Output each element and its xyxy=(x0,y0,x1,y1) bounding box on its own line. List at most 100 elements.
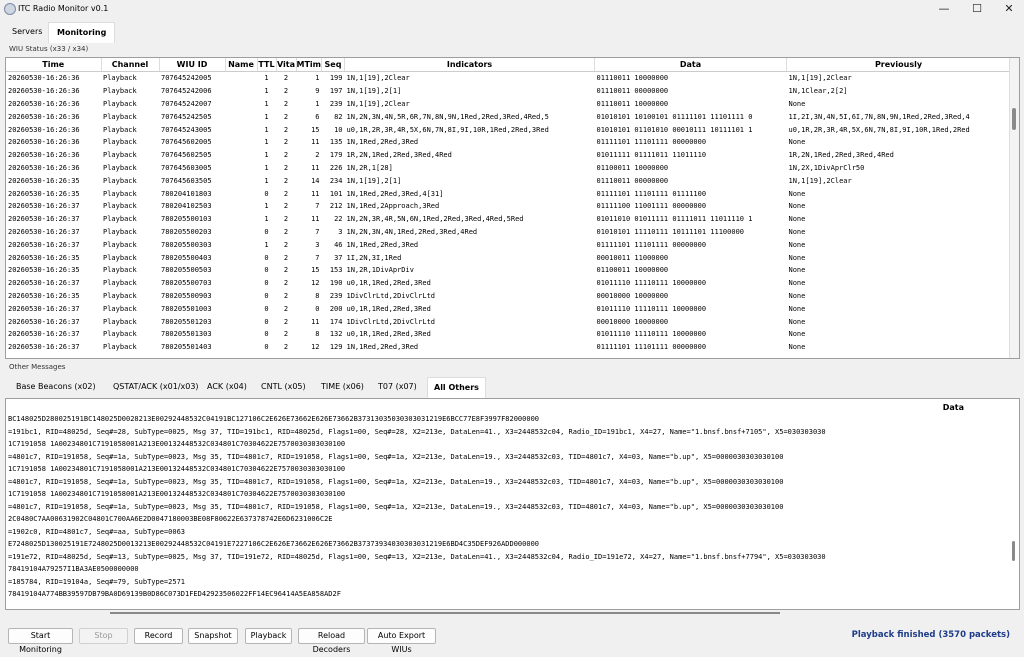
tab-servers[interactable]: Servers xyxy=(4,22,50,42)
message-line[interactable]: E7248025D130025191E7248025D0013213E00292… xyxy=(8,538,1008,551)
table-cell: 1 xyxy=(264,151,269,160)
message-line[interactable]: 1C7191058 1A00234801C7191058001A213E0013… xyxy=(8,438,1008,451)
table-row[interactable]: 20260530-16:26:37 Playback 780204102503 1 2 7… xyxy=(6,200,1011,213)
column-header-vita[interactable]: Vita xyxy=(276,58,297,72)
table-cell: 11 xyxy=(311,215,320,224)
wiu-status-grid[interactable]: Time Channel WIU ID Name TTL Vita MTim Seq Indic… xyxy=(5,57,1020,359)
table-cell xyxy=(225,315,257,328)
table-cell: 780204101803 xyxy=(161,189,212,198)
message-line[interactable]: =4801c7, RID=191058, Seq#=1a, SubType=00… xyxy=(8,476,1008,489)
maximize-button[interactable]: ☐ xyxy=(961,0,993,18)
stop-button[interactable]: Stop xyxy=(79,628,128,644)
message-line[interactable]: =1902c0, RID=4801c7, Seq#=aa, SubType=00… xyxy=(8,526,1008,539)
table-cell: 707645603505 xyxy=(161,176,212,185)
column-header-time[interactable]: Time xyxy=(6,58,102,72)
table-row[interactable]: 20260530-16:26:37 Playback 780205500103 1 2 1… xyxy=(6,213,1011,226)
table-row[interactable]: 20260530-16:26:37 Playback 780205501003 0 2 0… xyxy=(6,302,1011,315)
message-line[interactable]: =4801c7, RID=191058, Seq#=1a, SubType=00… xyxy=(8,451,1008,464)
table-cell xyxy=(225,72,257,85)
message-vertical-scrollbar[interactable] xyxy=(1010,415,1019,609)
column-header-data[interactable]: Data xyxy=(594,58,787,72)
table-cell: Playback xyxy=(103,317,137,326)
table-cell: 780205501303 xyxy=(161,330,212,339)
table-row[interactable]: 20260530-16:26:35 Playback 780205500403 0 2 7… xyxy=(6,251,1011,264)
column-header-wiu-id[interactable]: WIU ID xyxy=(159,58,226,72)
column-header-name[interactable]: Name xyxy=(225,58,258,72)
table-row[interactable]: 20260530-16:26:35 Playback 780205500503 0 2 1… xyxy=(6,264,1011,277)
message-scroll-thumb[interactable] xyxy=(1012,541,1015,561)
message-line[interactable]: =191e72, RID=48025d, Seq#=13, SubType=00… xyxy=(8,551,1008,564)
column-header-ttl[interactable]: TTL xyxy=(257,58,277,72)
table-row[interactable]: 20260530-16:26:36 Playback 707645242007 1 2 1… xyxy=(6,98,1011,111)
table-row[interactable]: 20260530-16:26:35 Playback 780204101803 0 2 1… xyxy=(6,187,1011,200)
table-row[interactable]: 20260530-16:26:35 Playback 707645603505 1 2 1… xyxy=(6,174,1011,187)
table-row[interactable]: 20260530-16:26:36 Playback 707645242005 1 2 1… xyxy=(6,72,1011,85)
wiu-scroll-thumb[interactable] xyxy=(1012,108,1016,130)
table-cell: 20260530-16:26:37 xyxy=(8,279,80,288)
table-cell: 11 xyxy=(311,163,320,172)
table-row[interactable]: 20260530-16:26:36 Playback 707645602005 1 2 1… xyxy=(6,136,1011,149)
snapshot-button[interactable]: Snapshot xyxy=(188,628,238,644)
table-cell: Playback xyxy=(103,279,137,288)
message-line[interactable]: =191bc1, RID=48025d, Seq#=28, SubType=00… xyxy=(8,426,1008,439)
message-line[interactable]: 1C7191058 1A00234801C7191058001A213E0013… xyxy=(8,463,1008,476)
table-row[interactable]: 20260530-16:26:37 Playback 780205500203 0 2 7… xyxy=(6,226,1011,239)
message-line[interactable]: BC148025D280025191BC148025D0028213E00292… xyxy=(8,413,1008,426)
message-tab-t07-x07[interactable]: T07 (x07) xyxy=(372,377,423,397)
table-cell: 780205500703 xyxy=(161,279,212,288)
tab-monitoring[interactable]: Monitoring xyxy=(48,22,116,43)
message-horizontal-scrollbar[interactable] xyxy=(110,612,780,614)
table-cell: u0,1R,2R,3R,4R,5X,6N,7N,8I,9I,10R,1Red,2… xyxy=(346,125,549,134)
message-line[interactable]: 78419104A79257I1BA3AE0500000000 xyxy=(8,563,1008,576)
table-row[interactable]: 20260530-16:26:36 Playback 707645602505 1 2 2… xyxy=(6,149,1011,162)
table-row[interactable]: 20260530-16:26:37 Playback 780205501203 0 2 1… xyxy=(6,315,1011,328)
message-line[interactable]: =185784, RID=19104a, Seq#=79, SubType=25… xyxy=(8,576,1008,589)
minimize-button[interactable]: — xyxy=(928,0,960,18)
table-cell: 0 xyxy=(264,317,269,326)
table-row[interactable]: 20260530-16:26:36 Playback 707645243005 1 2 1… xyxy=(6,123,1011,136)
column-header-previously[interactable]: Previously xyxy=(786,58,1011,72)
wiu-vertical-scrollbar[interactable] xyxy=(1009,58,1019,358)
table-row[interactable]: 20260530-16:26:37 Playback 780205500703 0 2 1… xyxy=(6,277,1011,290)
table-cell: 20260530-16:26:35 xyxy=(8,189,80,198)
reload-decoders-button[interactable]: Reload Decoders xyxy=(298,628,365,654)
table-row[interactable]: 20260530-16:26:36 Playback 707645242006 1 2 9… xyxy=(6,85,1011,98)
message-tab-cntl-x05[interactable]: CNTL (x05) xyxy=(255,377,312,397)
message-tab-qstat-ack-x01-x03[interactable]: QSTAT/ACK (x01/x03) xyxy=(107,377,205,397)
table-row[interactable]: 20260530-16:26:36 Playback 707645603005 1 2 1… xyxy=(6,162,1011,175)
table-row[interactable]: 20260530-16:26:36 Playback 707645242505 1 2 6… xyxy=(6,110,1011,123)
record-button[interactable]: Record xyxy=(134,628,183,644)
table-cell: 0 xyxy=(264,189,269,198)
playback-button[interactable]: Playback xyxy=(245,628,292,644)
column-header-seq[interactable]: Seq xyxy=(321,58,345,72)
close-button[interactable]: ✕ xyxy=(993,0,1024,18)
table-cell xyxy=(225,226,257,239)
message-line[interactable]: 78419104A774BB39597DB79BA0D69139B0D86C07… xyxy=(8,588,1008,601)
title-bar: ITC Radio Monitor v0.1 — ☐ ✕ xyxy=(0,0,1024,18)
message-tab-all-others[interactable]: All Others xyxy=(427,377,486,398)
table-row[interactable]: 20260530-16:26:37 Playback 780205501303 0 2 8… xyxy=(6,328,1011,341)
table-cell: u0,1R,1Red,2Red,3Red xyxy=(346,279,431,288)
column-header-channel[interactable]: Channel xyxy=(101,58,160,72)
table-row[interactable]: 20260530-16:26:35 Playback 780205500903 0 2 8… xyxy=(6,290,1011,303)
table-row[interactable]: 20260530-16:26:37 Playback 780205500303 1 2 3… xyxy=(6,238,1011,251)
message-tab-ack-x04[interactable]: ACK (x04) xyxy=(201,377,253,397)
message-line[interactable]: 1C7191058 1A00234801C7191058001A213E0013… xyxy=(8,488,1008,501)
table-cell: 129 xyxy=(329,343,343,352)
table-row[interactable]: 20260530-16:26:37 Playback 780205501403 0 2 1… xyxy=(6,341,1011,354)
auto-export-wius-button[interactable]: Auto Export WIUs xyxy=(367,628,436,654)
table-cell: 2 xyxy=(283,343,289,352)
table-cell: Playback xyxy=(103,253,137,262)
table-cell: 1N,2R,1DivAprDiv xyxy=(346,266,414,275)
message-log-panel[interactable]: Data BC148025D280025191BC148025D0028213E… xyxy=(5,398,1020,610)
message-line[interactable]: 2C0480C7AA00631902C04801C700AA6E2D004718… xyxy=(8,513,1008,526)
table-cell: Playback xyxy=(103,189,137,198)
message-line[interactable]: =4801c7, RID=191058, Seq#=1a, SubType=00… xyxy=(8,501,1008,514)
table-cell: 1DivClrLtd,2DivClrLtd xyxy=(346,317,436,326)
message-tab-base-beacons-x02[interactable]: Base Beacons (x02) xyxy=(10,377,102,397)
message-tab-time-x06[interactable]: TIME (x06) xyxy=(315,377,370,397)
start-monitoring-button[interactable]: Start Monitoring xyxy=(8,628,73,654)
column-header-mtim[interactable]: MTim xyxy=(296,58,322,72)
table-cell: 7 xyxy=(315,227,320,236)
column-header-indicators[interactable]: Indicators xyxy=(344,58,595,72)
